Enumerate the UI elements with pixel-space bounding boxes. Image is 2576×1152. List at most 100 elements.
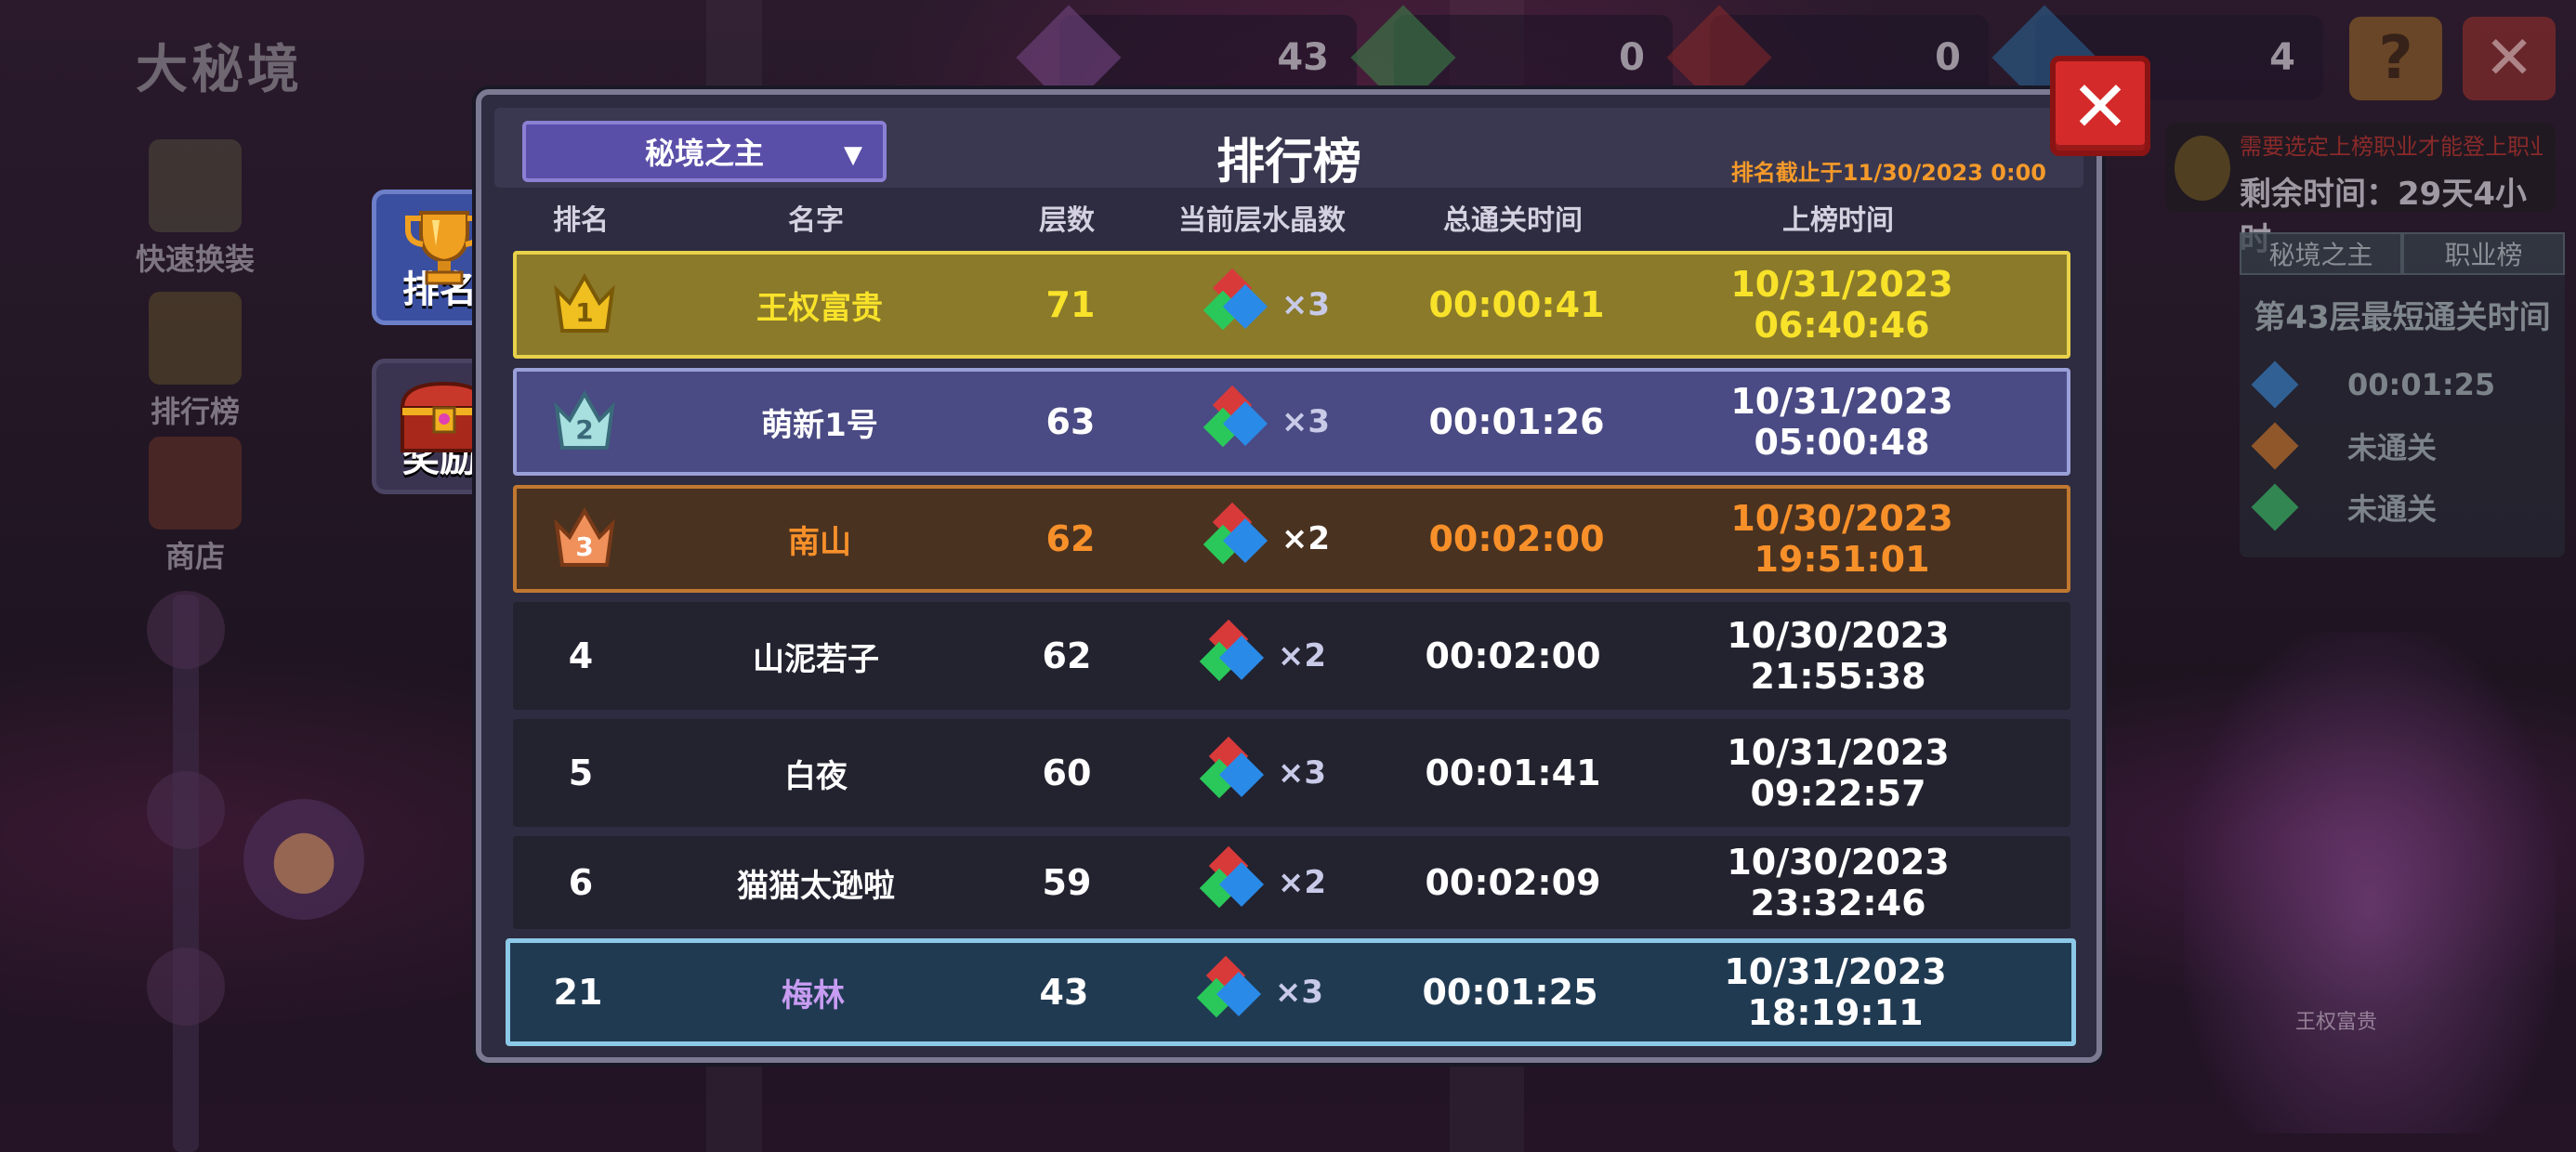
fire-crystal-icon [2251,422,2299,470]
rank-date: 10/30/2023 23:32:46 [1727,842,1950,923]
silver-crown-icon: 2 [551,388,618,455]
green-crystal-icon [2251,483,2299,531]
player-name: 萌新1号 [761,406,878,444]
tab-class-board[interactable]: 职业榜 [2402,232,2565,275]
crystal-cell: ×3 [1154,386,1377,458]
rank-number: 5 [568,753,594,793]
best-time-value: 未通关 [2347,491,2438,527]
player-name: 山泥若子 [753,640,879,678]
map-node[interactable] [147,771,225,849]
rank-number: 1 [575,297,594,328]
armor-icon [149,139,242,232]
gold-crown-icon: 1 [551,271,618,338]
best-time-title: 第43层最短通关时间 [2254,299,2551,336]
floor-value: 63 [1045,401,1096,442]
best-time-value: 00:01:25 [2347,367,2496,402]
close-button[interactable]: ✕ [2050,56,2150,156]
resource-counter: 0 [1666,5,1989,111]
crystal-cell: ×3 [1154,268,1377,341]
table-row[interactable]: 1 王权富贵 71 ×3 00:00:41 10/31/2023 06:40:4… [513,251,2070,359]
resource-value: 4 [2269,36,2295,79]
panel-header: 秘境之主 ▼ 排行榜 排名截止于11/30/2023 0:00 [494,108,2083,190]
rank-cell: 3 [517,505,652,572]
crystal-count: ×3 [1281,286,1331,323]
clear-time: 00:02:00 [1428,518,1605,559]
best-time-row: 未通关 [2240,477,2565,538]
best-time-panel: 秘境之主 职业榜 第43层最短通关时间 00:01:25 未通关 未通关 [2240,232,2565,557]
resource-counter: 0 [1350,5,1673,111]
crystal-cell: ×2 [1150,620,1373,692]
crystal-stack-icon [1199,737,1264,799]
floor-value: 62 [1045,518,1096,559]
crystal-stack-icon [1203,268,1268,331]
resource-value: 43 [1277,36,1329,79]
rank-number: 4 [568,635,594,676]
header-name: 名字 [788,204,844,237]
own-rank-row[interactable]: 21 梅林 43 ×3 00:01:25 10/31/2023 18:19:11 [506,938,2076,1046]
character-statue[interactable] [2184,632,2556,1133]
table-row[interactable]: 4 山泥若子 62 ×2 00:02:00 10/30/2023 21:55:3… [513,602,2070,710]
table-header: 排名 名字 层数 当前层水晶数 总通关时间 上榜时间 [481,188,2096,247]
floor-value: 43 [1039,972,1089,1013]
crystal-cell: ×2 [1154,503,1377,575]
header-clear-time: 总通关时间 [1443,204,1583,237]
header-floor: 层数 [1039,204,1095,237]
best-time-row: 未通关 [2240,415,2565,477]
resource-value: 0 [1935,36,1961,79]
shop-button[interactable]: 商店 [121,437,269,576]
rank-date: 10/31/2023 18:19:11 [1724,951,1947,1033]
leaderboard-menu-button[interactable]: 排行榜 [121,292,269,431]
leaderboard-panel: 秘境之主 ▼ 排行榜 排名截止于11/30/2023 0:00 排名 名字 层数… [476,89,2102,1063]
leaderboard-rows: 1 王权富贵 71 ×3 00:00:41 10/31/2023 06:40:4… [506,251,2076,1055]
resource-value: 0 [1619,36,1645,79]
locked-node[interactable] [147,948,225,1026]
clear-time: 00:02:09 [1425,862,1601,903]
header-date: 上榜时间 [1782,204,1894,237]
table-row[interactable]: 5 白夜 60 ×3 00:01:41 10/31/2023 09:22:57 [513,719,2070,827]
clear-time: 00:02:00 [1425,635,1601,676]
stopwatch-icon [2175,136,2230,201]
quick-swap-label: 快速换装 [135,242,255,277]
player-name: 王权富贵 [756,289,883,327]
header-rank: 排名 [553,204,609,237]
crystal-stack-icon [1196,956,1261,1018]
crystal-count: ×3 [1274,974,1324,1011]
best-time-row: 00:01:25 [2240,354,2565,415]
best-time-value: 未通关 [2347,430,2438,465]
map-node[interactable] [147,591,225,669]
rank-number: 3 [575,531,594,562]
crystal-count: ×2 [1277,864,1327,901]
crystal-count: ×3 [1277,754,1327,792]
rank-date: 10/31/2023 09:22:57 [1727,732,1950,814]
help-button[interactable]: ? [2349,17,2442,100]
player-name: 白夜 [784,757,848,795]
clear-time: 00:01:25 [1422,972,1598,1013]
location-pin-icon[interactable]: ⬤ [243,799,364,920]
crystal-stack-icon [1203,503,1268,565]
player-name: 猫猫太逊啦 [737,867,895,905]
character-label: 王权富贵 [2295,1011,2378,1034]
table-row[interactable]: 3 南山 62 ×2 00:02:00 10/30/2023 19:51:01 [513,485,2070,593]
exit-button[interactable]: ✕ [2463,17,2556,100]
crystal-cell: ×2 [1150,846,1373,919]
crystal-count: ×2 [1281,520,1331,557]
shop-icon [149,437,242,530]
floor-value: 62 [1042,635,1092,676]
trophy-icon [405,211,483,285]
table-row[interactable]: 2 萌新1号 63 ×3 00:01:26 10/31/2023 05:00:4… [513,368,2070,476]
tab-secret-lord[interactable]: 秘境之主 [2240,232,2402,275]
clear-time: 00:01:41 [1425,753,1601,793]
player-name: 南山 [788,523,851,561]
floor-value: 71 [1045,284,1096,325]
rank-cell: 1 [517,271,652,338]
crystal-stack-icon [1199,846,1264,909]
quick-swap-button[interactable]: 快速换装 [121,139,269,279]
clear-time: 00:01:26 [1428,401,1605,442]
season-timer: 需要选定上榜职业才能登上职业榜 剩余时间：29天4小时 [2165,123,2556,258]
best-time-tabs: 秘境之主 职业榜 [2240,232,2565,275]
floor-value: 60 [1042,753,1092,793]
table-row[interactable]: 6 猫猫太逊啦 59 ×2 00:02:09 10/30/2023 23:32:… [513,836,2070,929]
rank-number: 2 [575,414,594,445]
ranking-deadline: 排名截止于11/30/2023 0:00 [1730,160,2046,186]
crystal-cell: ×3 [1148,956,1371,1028]
